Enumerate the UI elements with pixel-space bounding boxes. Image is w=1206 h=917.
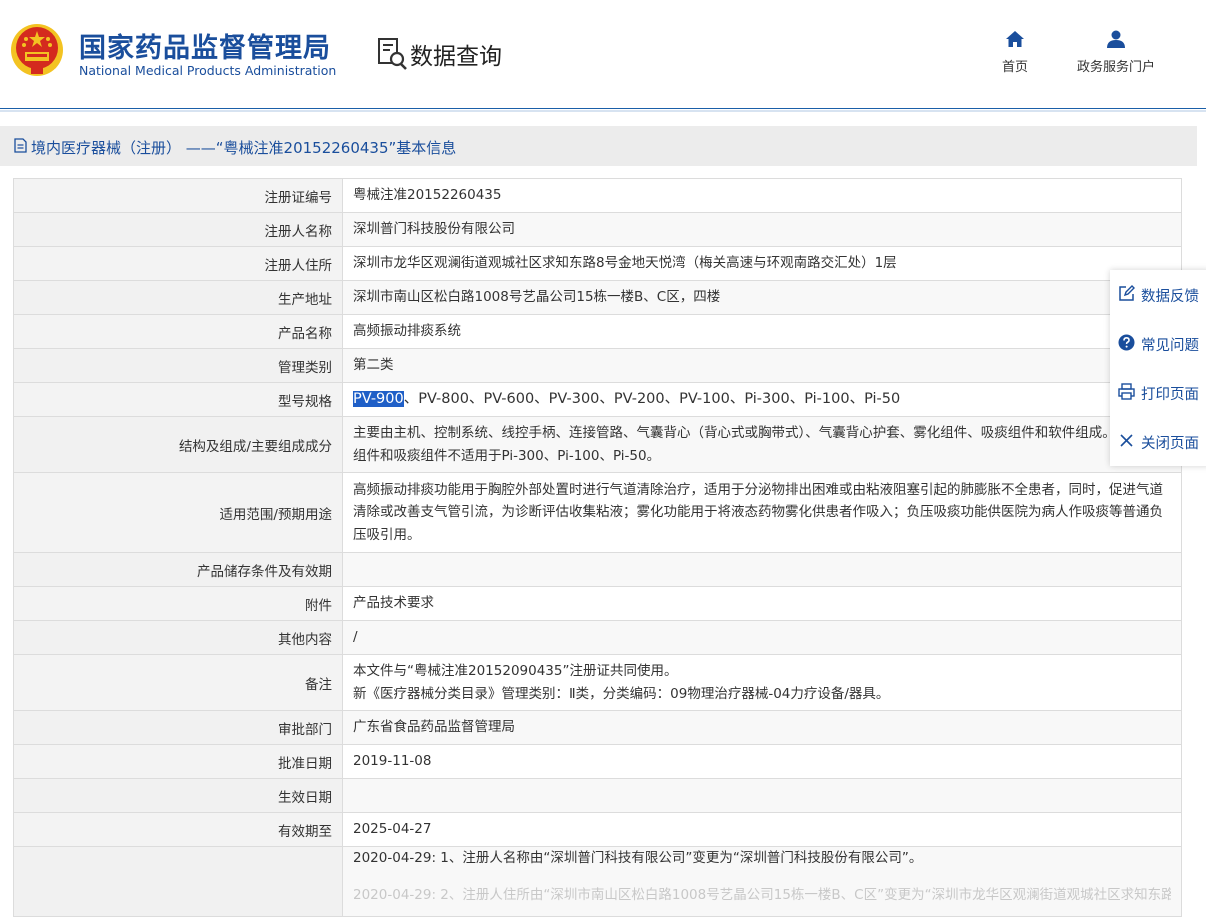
nav-home-link[interactable]: 首页 [995,30,1035,75]
row-label-effective-date: 生效日期 [13,778,343,813]
site-header: 国家药品监督管理局 National Medical Products Admi… [0,0,1206,109]
feedback-label: 数据反馈 [1141,289,1199,305]
row-value-model-spec: PV-900、PV-800、PV-600、PV-300、PV-200、PV-10… [342,382,1182,417]
row-value-approval-dept: 广东省食品药品监督管理局 [342,710,1182,745]
table-row: 附件 产品技术要求 [13,586,1182,621]
national-emblem-icon [11,24,63,76]
change-line-2: 2020-04-29: 2、注册人住所由“深圳市南山区松白路1008号艺晶公司1… [353,886,1171,903]
table-row: 批准日期 2019-11-08 [13,744,1182,779]
document-icon [14,138,27,153]
row-label-storage: 产品储存条件及有效期 [13,552,343,587]
site-title-en: National Medical Products Administration [79,63,337,78]
row-value-valid-until: 2025-04-27 [342,812,1182,847]
nav-home-label: 首页 [1001,60,1028,75]
table-row: 生产地址 深圳市南山区松白路1008号艺晶公司15栋一楼B、C区，四楼 [13,280,1182,315]
row-label-model-spec: 型号规格 [13,382,343,417]
remarks-line-2: 新《医疗器械分类目录》管理类别：Ⅱ类，分类编码：09物理治疗器械-04力疗设备/… [353,685,890,702]
row-value-change-history: 2020-04-29: 1、注册人名称由“深圳普门科技有限公司”变更为“深圳普门… [342,846,1182,917]
row-label-approval-date: 批准日期 [13,744,343,779]
site-title: 国家药品监督管理局 [79,33,331,64]
row-value-registration-no: 粤械注准20152260435 [342,178,1182,213]
print-label: 打印页面 [1141,387,1199,403]
printer-icon [1118,383,1135,400]
nav-portal-link[interactable]: 政务服务门户 [1068,30,1164,75]
data-query-title: 数据查询 [410,44,502,70]
model-spec-rest: 、PV-800、PV-600、PV-300、PV-200、PV-100、Pi-3… [403,391,901,408]
row-value-structure: 主要由主机、控制系统、线控手柄、连接管路、气囊背心（背心式或胸带式）、气囊背心护… [342,416,1182,473]
row-label-registration-no: 注册证编号 [13,178,343,213]
question-circle-icon [1118,334,1135,351]
row-value-attachment: 产品技术要求 [342,586,1182,621]
table-row: 审批部门 广东省食品药品监督管理局 [13,710,1182,745]
row-value-management-class: 第二类 [342,348,1182,383]
table-row: 有效期至 2025-04-27 [13,812,1182,847]
print-button[interactable]: 打印页面 [1110,368,1206,417]
table-row: 其他内容 / [13,620,1182,655]
change-line-1: 2020-04-29: 1、注册人名称由“深圳普门科技有限公司”变更为“深圳普门… [353,850,923,866]
row-value-product-name: 高频振动排痰系统 [342,314,1182,349]
row-label-structure: 结构及组成/主要组成成分 [13,416,343,473]
table-row: 管理类别 第二类 [13,348,1182,383]
row-label-approval-dept: 审批部门 [13,710,343,745]
row-value-remarks: 本文件与“粤械注准20152090435”注册证共同使用。 新《医疗器械分类目录… [342,654,1182,711]
row-value-production-address: 深圳市南山区松白路1008号艺晶公司15栋一楼B、C区，四楼 [342,280,1182,315]
data-query-icon [378,38,407,70]
floating-tool-panel: 数据反馈 常见问题 打印页面 关闭页面 [1110,270,1206,466]
close-icon [1120,434,1133,447]
row-value-effective-date [342,778,1182,813]
faq-button[interactable]: 常见问题 [1110,319,1206,368]
row-value-intended-use: 高频振动排痰功能用于胸腔外部处置时进行气道清除治疗，适用于分泌物排出困难或由粘液… [342,472,1182,553]
user-icon [1107,30,1125,48]
row-label-attachment: 附件 [13,586,343,621]
row-label-remarks: 备注 [13,654,343,711]
table-row: 注册人名称 深圳普门科技股份有限公司 [13,212,1182,247]
nav-portal-label: 政务服务门户 [1076,60,1155,75]
section-title-bar: 境内医疗器械（注册） ——“粤械注准20152260435”基本信息 [0,126,1197,166]
header-divider [0,110,1206,112]
table-row: 结构及组成/主要组成成分 主要由主机、控制系统、线控手柄、连接管路、气囊背心（背… [13,416,1182,473]
remarks-line-1: 本文件与“粤械注准20152090435”注册证共同使用。 [353,663,678,679]
section-title: 境内医疗器械（注册） ——“粤械注准20152260435”基本信息 [31,139,457,157]
table-row: 2020-04-29: 1、注册人名称由“深圳普门科技有限公司”变更为“深圳普门… [13,846,1182,917]
edit-icon [1119,285,1135,301]
row-label-product-name: 产品名称 [13,314,343,349]
row-value-storage [342,552,1182,587]
row-label-production-address: 生产地址 [13,280,343,315]
row-label-intended-use: 适用范围/预期用途 [13,472,343,553]
device-info-table: 注册证编号 粤械注准20152260435 注册人名称 深圳普门科技股份有限公司… [13,178,1182,917]
row-label-change-history [13,846,343,917]
table-row: 注册证编号 粤械注准20152260435 [13,178,1182,213]
table-row: 产品储存条件及有效期 [13,552,1182,587]
row-label-registrant-name: 注册人名称 [13,212,343,247]
home-icon [1006,31,1024,47]
close-page-label: 关闭页面 [1141,436,1199,452]
close-page-button[interactable]: 关闭页面 [1110,417,1206,466]
table-row: 产品名称 高频振动排痰系统 [13,314,1182,349]
row-value-registrant-address: 深圳市龙华区观澜街道观城社区求知东路8号金地天悦湾（梅关高速与环观南路交汇处）1… [342,246,1182,281]
table-row: 生效日期 [13,778,1182,813]
row-label-management-class: 管理类别 [13,348,343,383]
row-label-other: 其他内容 [13,620,343,655]
table-row: 型号规格 PV-900、PV-800、PV-600、PV-300、PV-200、… [13,382,1182,417]
table-row: 注册人住所 深圳市龙华区观澜街道观城社区求知东路8号金地天悦湾（梅关高速与环观南… [13,246,1182,281]
table-row: 备注 本文件与“粤械注准20152090435”注册证共同使用。 新《医疗器械分… [13,654,1182,711]
feedback-button[interactable]: 数据反馈 [1110,270,1206,319]
faq-label: 常见问题 [1141,338,1199,354]
row-value-other: / [342,620,1182,655]
table-row: 适用范围/预期用途 高频振动排痰功能用于胸腔外部处置时进行气道清除治疗，适用于分… [13,472,1182,553]
selected-text: PV-900 [353,391,404,408]
row-label-registrant-address: 注册人住所 [13,246,343,281]
row-label-valid-until: 有效期至 [13,812,343,847]
row-value-approval-date: 2019-11-08 [342,744,1182,779]
row-value-registrant-name: 深圳普门科技股份有限公司 [342,212,1182,247]
